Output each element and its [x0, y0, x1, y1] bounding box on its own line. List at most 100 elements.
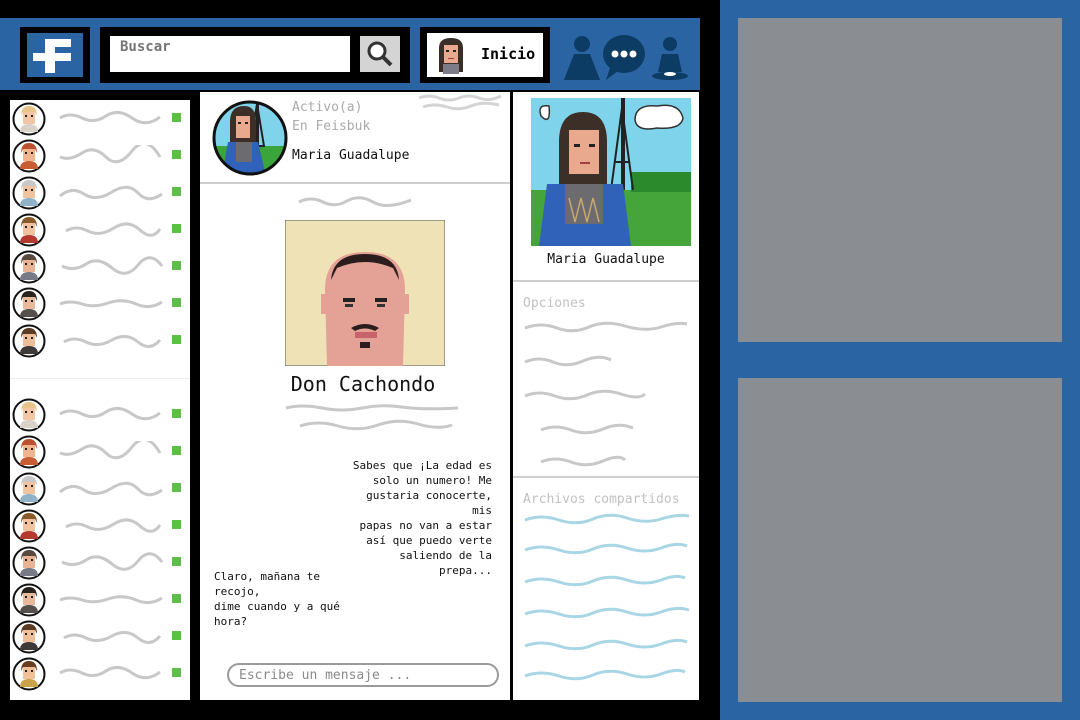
friend-list-item[interactable] [10, 137, 190, 173]
friends-icon[interactable] [564, 36, 600, 80]
incoming-message: Sabes que ¡La edad es solo un numero! Me… [352, 459, 492, 577]
online-status-indicator [172, 483, 181, 492]
redacted-friend-name [59, 299, 163, 309]
brown-hair-woman-avatar [12, 657, 46, 691]
friend-list-item[interactable] [10, 507, 190, 543]
online-status-indicator [172, 335, 181, 344]
dark-hair-woman-avatar [12, 583, 46, 617]
logo-button[interactable] [20, 27, 90, 83]
blond-man-avatar [12, 102, 46, 136]
online-status-indicator [172, 631, 181, 640]
online-status-indicator [172, 409, 181, 418]
redacted-friend-name [59, 441, 162, 460]
profile-photo[interactable] [531, 98, 691, 246]
redacted-friend-name [63, 631, 162, 644]
friend-list-item[interactable] [10, 100, 190, 136]
redacted-scribble [298, 196, 412, 207]
blond-man-avatar [12, 398, 46, 432]
messages-icon[interactable] [603, 35, 645, 80]
contact-display-name: Don Cachondo [290, 372, 436, 396]
friend-list-item[interactable] [10, 396, 190, 432]
search-button[interactable] [360, 36, 400, 72]
chat-status-line1: Activo(a) [292, 100, 363, 115]
facebook-logo-icon [27, 33, 83, 77]
chat-contact-name: Maria Guadalupe [292, 148, 410, 163]
nav-icon-group [560, 32, 692, 84]
friend-list-item[interactable] [10, 581, 190, 617]
shared-files-list[interactable] [521, 510, 695, 690]
profile-section: Maria Guadalupe [513, 92, 699, 282]
friend-list-item[interactable] [10, 174, 190, 210]
chat-panel: Activo(a) En Feisbuk Maria Guadalupe Don… [200, 92, 510, 700]
long-hair-woman-avatar [12, 546, 46, 580]
redacted-scribble [418, 94, 502, 111]
options-title: Opciones [523, 296, 586, 311]
friend-list-item[interactable] [10, 322, 190, 358]
online-status-indicator [172, 187, 181, 196]
notifications-icon[interactable] [652, 37, 688, 80]
redacted-friend-name [65, 518, 162, 533]
online-status-indicator [172, 557, 181, 566]
app-window: Inicio [0, 0, 720, 720]
friend-list-item[interactable] [10, 248, 190, 284]
online-status-indicator [172, 113, 181, 122]
home-button-inner: Inicio [427, 33, 543, 77]
redacted-friend-name [59, 185, 163, 201]
ad-slot-bottom[interactable] [738, 378, 1062, 702]
brown-hair-avatar [12, 213, 46, 247]
outgoing-message: Claro, mañana te recojo, dime cuando y a… [214, 570, 340, 628]
friend-list-item[interactable] [10, 655, 190, 691]
online-status-indicator [172, 668, 181, 677]
dark-hair-woman-avatar [12, 287, 46, 321]
redacted-friend-name [59, 666, 161, 680]
friend-list-item[interactable] [10, 618, 190, 654]
ad-slot-top[interactable] [738, 18, 1062, 342]
redacted-friend-name [59, 145, 162, 164]
old-man-avatar [12, 176, 46, 210]
contact-profile-photo[interactable] [285, 220, 445, 366]
redacted-friend-name [61, 256, 164, 275]
home-button[interactable]: Inicio [420, 27, 550, 83]
top-navbar: Inicio [0, 18, 700, 90]
options-list[interactable] [521, 312, 691, 472]
friends-list-divider [10, 378, 190, 388]
friend-list-item[interactable] [10, 470, 190, 506]
contact-sidebar: Maria Guadalupe Opciones Archivos compar… [513, 92, 699, 700]
redacted-friend-name [59, 595, 163, 605]
message-input[interactable] [227, 663, 499, 687]
redacted-friend-name [59, 407, 161, 421]
search-input[interactable] [110, 36, 350, 72]
friend-list-item[interactable] [10, 544, 190, 580]
redacted-friend-name [61, 552, 164, 571]
short-hair-man-avatar [12, 324, 46, 358]
options-section: Opciones [513, 284, 699, 478]
online-status-indicator [172, 298, 181, 307]
shared-files-title: Archivos compartidos [523, 492, 680, 507]
chat-status-line2: En Feisbuk [292, 119, 371, 134]
shared-files-section: Archivos compartidos [513, 480, 699, 700]
brown-hair-avatar [12, 509, 46, 543]
online-status-indicator [172, 150, 181, 159]
user-avatar-icon [431, 36, 471, 74]
chat-contact-avatar[interactable] [212, 100, 288, 176]
home-label: Inicio [481, 45, 536, 63]
online-status-indicator [172, 446, 181, 455]
chat-header: Activo(a) En Feisbuk Maria Guadalupe [200, 92, 510, 184]
curly-red-hair-avatar [12, 139, 46, 173]
friend-list-item[interactable] [10, 285, 190, 321]
friend-list-item[interactable] [10, 433, 190, 469]
online-status-indicator [172, 261, 181, 270]
old-man-avatar [12, 472, 46, 506]
redacted-friend-name [59, 481, 163, 497]
online-status-indicator [172, 224, 181, 233]
curly-red-hair-avatar [12, 435, 46, 469]
long-hair-woman-avatar [12, 250, 46, 284]
friend-list-item[interactable] [10, 211, 190, 247]
redacted-friend-name [63, 335, 162, 348]
redacted-friend-name [65, 222, 162, 237]
redacted-friend-name [59, 111, 161, 125]
short-hair-man-avatar [12, 620, 46, 654]
friends-list [10, 100, 190, 700]
redacted-scribble [285, 404, 459, 431]
profile-name: Maria Guadalupe [547, 252, 665, 267]
